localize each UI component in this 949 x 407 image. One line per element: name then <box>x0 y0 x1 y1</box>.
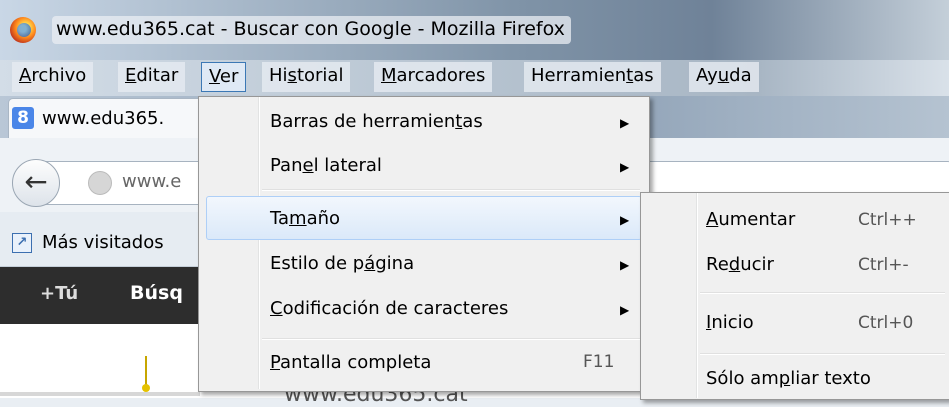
submenu-arrow-icon: ▶ <box>620 258 630 272</box>
menu-marcadores[interactable]: Marcadores <box>374 62 493 92</box>
menu-editar[interactable]: Editar <box>118 62 186 92</box>
menu-item-sidebar[interactable]: Panel lateral <box>270 155 382 176</box>
submenu-arrow-icon: ▶ <box>620 160 630 174</box>
menu-gutter <box>258 97 260 389</box>
menu-archivo[interactable]: Archivo <box>12 62 94 92</box>
page-graphic <box>142 356 150 392</box>
globe-icon <box>88 171 112 195</box>
bookmark-mas-visitados[interactable]: Más visitados <box>42 232 164 253</box>
menu-separator <box>262 189 640 191</box>
menu-item-zoom-in[interactable]: Aumentar <box>706 209 795 230</box>
firefox-icon[interactable] <box>10 17 36 43</box>
zoom-in-shortcut: Ctrl++ <box>858 210 917 230</box>
back-button[interactable]: ← <box>12 159 60 207</box>
menu-item-page-style[interactable]: Estilo de página <box>270 253 414 274</box>
menu-separator <box>700 353 945 355</box>
menu-item-zoom-out[interactable]: Reducir <box>706 254 774 275</box>
submenu-arrow-icon: ▶ <box>620 116 630 130</box>
fullscreen-shortcut: F11 <box>583 352 615 372</box>
window-title: www.edu365.cat - Buscar con Google - Moz… <box>52 16 571 44</box>
bookmark-folder-icon: ↗ <box>12 233 32 253</box>
menu-item-reset-zoom[interactable]: Inicio <box>706 312 754 333</box>
menu-historial[interactable]: Historial <box>262 62 351 92</box>
back-arrow-icon: ← <box>24 165 48 198</box>
submenu-arrow-icon: ▶ <box>620 213 630 227</box>
menu-item-size[interactable]: Tamaño <box>270 208 340 229</box>
menu-ayuda[interactable]: Ayuda <box>689 62 759 92</box>
tab-label: www.edu365. <box>42 108 165 129</box>
reset-zoom-shortcut: Ctrl+0 <box>858 313 914 333</box>
menu-ver[interactable]: Ver <box>201 62 247 92</box>
page-divider <box>0 392 200 396</box>
menu-item-zoom-text-only[interactable]: Sólo ampliar texto <box>706 368 871 389</box>
ver-menu <box>198 96 650 392</box>
menu-gutter <box>696 193 698 398</box>
google-icon: 8 <box>12 107 34 129</box>
menu-herramientas[interactable]: Herramientas <box>524 62 661 92</box>
menu-item-toolbars[interactable]: Barras de herramientas <box>270 111 483 132</box>
menu-separator <box>262 338 640 340</box>
menu-item-encoding[interactable]: Codificación de caracteres <box>270 298 508 319</box>
zoom-out-shortcut: Ctrl+- <box>858 255 909 275</box>
menu-separator <box>700 292 945 294</box>
google-search-link[interactable]: Búsq <box>130 282 183 304</box>
menu-item-fullscreen[interactable]: Pantalla completa <box>270 352 431 373</box>
google-plus-link[interactable]: +Tú <box>40 283 78 304</box>
url-text[interactable]: www.e <box>122 171 181 192</box>
submenu-arrow-icon: ▶ <box>620 303 630 317</box>
